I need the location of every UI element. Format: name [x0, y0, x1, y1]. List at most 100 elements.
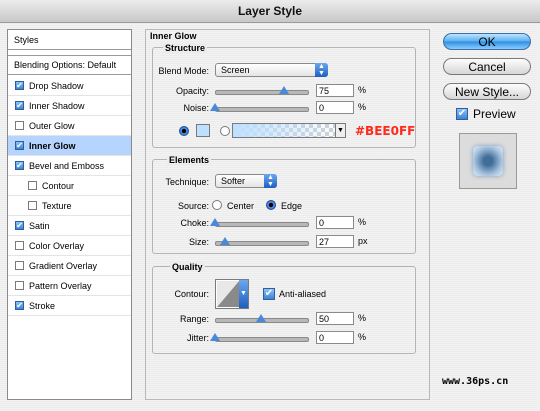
opacity-slider-thumb[interactable]: [279, 86, 289, 94]
sidebar-item-stroke[interactable]: ✔ Stroke: [8, 296, 131, 316]
noise-label: Noise:: [183, 103, 209, 113]
gradient-picker[interactable]: ▼: [232, 123, 346, 138]
size-label: Size:: [188, 237, 209, 247]
size-unit: px: [358, 236, 368, 246]
opacity-field[interactable]: 75: [316, 84, 354, 97]
source-center-radio[interactable]: [212, 200, 222, 210]
source-label: Source:: [177, 201, 209, 211]
sidebar-item-label: Outer Glow: [29, 120, 75, 131]
sidebar-item-label: Stroke: [29, 300, 56, 311]
choke-slider-thumb[interactable]: [210, 218, 220, 226]
source-edge-radio[interactable]: [266, 200, 276, 210]
technique-label: Technique:: [165, 177, 209, 187]
blending-options-label: Blending Options: Default: [14, 60, 117, 70]
structure-title: Structure: [163, 43, 208, 53]
sidebar-item-checkbox[interactable]: ✔: [15, 301, 24, 310]
styles-header-label: Styles: [14, 34, 39, 45]
sidebar-item-label: Gradient Overlay: [29, 260, 98, 271]
jitter-slider-track[interactable]: [215, 337, 309, 342]
blend-mode-value: Screen: [221, 65, 250, 75]
watermark-text: www.36ps.cn: [442, 376, 509, 387]
sidebar-item-checkbox[interactable]: [28, 201, 37, 210]
sidebar-item-checkbox[interactable]: [15, 121, 24, 130]
jitter-slider-thumb[interactable]: [210, 333, 220, 341]
opacity-slider-track[interactable]: [215, 90, 309, 95]
sidebar-item-checkbox[interactable]: ✔: [15, 81, 24, 90]
contour-label: Contour:: [174, 289, 209, 299]
technique-value: Softer: [221, 176, 246, 186]
range-label: Range:: [179, 314, 209, 324]
jitter-label: Jitter:: [186, 333, 209, 343]
sidebar-item-label: Satin: [29, 220, 50, 231]
size-slider-thumb[interactable]: [220, 237, 231, 245]
sidebar-item-checkbox[interactable]: ✔: [15, 161, 24, 170]
cancel-button[interactable]: Cancel: [443, 58, 531, 75]
noise-slider-track[interactable]: [215, 107, 309, 112]
contour-linear-icon: [217, 281, 239, 307]
contour-dropdown-icon: ▼: [239, 280, 248, 308]
size-field[interactable]: 27: [316, 235, 354, 248]
sidebar-item-checkbox[interactable]: [28, 181, 37, 190]
sidebar-item-label: Inner Glow: [29, 140, 76, 151]
sidebar-item-label: Drop Shadow: [29, 80, 84, 91]
window-title: Layer Style: [237, 4, 303, 18]
sidebar-item-color-overlay[interactable]: Color Overlay: [8, 236, 131, 256]
sidebar-item-checkbox[interactable]: ✔: [15, 221, 24, 230]
preview-checkbox[interactable]: ✔: [456, 108, 468, 120]
sidebar-item-bevel-and-emboss[interactable]: ✔ Bevel and Emboss: [8, 156, 131, 176]
sidebar-item-label: Color Overlay: [29, 240, 85, 251]
noise-unit: %: [358, 102, 367, 112]
sidebar-item-checkbox[interactable]: [15, 261, 24, 270]
range-field[interactable]: 50: [316, 312, 354, 325]
opacity-unit: %: [358, 85, 367, 95]
gradient-radio[interactable]: [220, 126, 230, 136]
color-hex-annotation: #BEE0FF: [355, 124, 416, 138]
color-radio[interactable]: [179, 126, 189, 136]
antialiased-label: Anti-aliased: [279, 289, 327, 299]
new-style-button[interactable]: New Style...: [443, 83, 531, 100]
range-slider-thumb[interactable]: [256, 314, 266, 322]
glow-color-swatch[interactable]: [196, 124, 210, 137]
sidebar-item-satin[interactable]: ✔ Satin: [8, 216, 131, 236]
jitter-field[interactable]: 0: [316, 331, 354, 344]
noise-field[interactable]: 0: [316, 101, 354, 114]
technique-select[interactable]: Softer ▲ ▼: [215, 174, 277, 188]
ok-button[interactable]: OK: [443, 33, 531, 50]
sidebar-item-drop-shadow[interactable]: ✔ Drop Shadow: [8, 76, 131, 96]
sidebar-item-checkbox[interactable]: ✔: [15, 101, 24, 110]
sidebar-item-gradient-overlay[interactable]: Gradient Overlay: [8, 256, 131, 276]
technique-arrows-icon: ▲ ▼: [264, 174, 277, 188]
blend-mode-select[interactable]: Screen ▲ ▼: [215, 63, 328, 77]
range-unit: %: [358, 313, 367, 323]
noise-slider-thumb[interactable]: [210, 103, 220, 111]
source-edge-label: Edge: [281, 201, 303, 211]
sidebar-item-texture[interactable]: Texture: [8, 196, 131, 216]
sidebar-item-pattern-overlay[interactable]: Pattern Overlay: [8, 276, 131, 296]
opacity-label: Opacity:: [175, 86, 209, 96]
styles-header[interactable]: Styles: [8, 30, 131, 50]
choke-unit: %: [358, 217, 367, 227]
sidebar-item-contour[interactable]: Contour: [8, 176, 131, 196]
jitter-unit: %: [358, 332, 367, 342]
blending-options-item[interactable]: Blending Options: Default: [8, 55, 131, 75]
sidebar-item-inner-shadow[interactable]: ✔ Inner Shadow: [8, 96, 131, 116]
styles-list: Styles Blending Options: Default ✔ Drop S…: [7, 29, 132, 400]
antialiased-checkbox[interactable]: ✔: [263, 288, 275, 300]
sidebar-item-label: Texture: [42, 200, 72, 211]
quality-title: Quality: [170, 262, 205, 272]
choke-field[interactable]: 0: [316, 216, 354, 229]
sidebar-item-label: Pattern Overlay: [29, 280, 92, 291]
elements-title: Elements: [167, 155, 212, 165]
blend-mode-arrows-icon: ▲ ▼: [315, 63, 328, 77]
sidebar-item-checkbox[interactable]: [15, 241, 24, 250]
choke-slider-track[interactable]: [215, 222, 309, 227]
sidebar-item-label: Inner Shadow: [29, 100, 85, 111]
style-preview-thumbnail: [459, 133, 517, 189]
sidebar-item-outer-glow[interactable]: Outer Glow: [8, 116, 131, 136]
sidebar-item-checkbox[interactable]: ✔: [15, 141, 24, 150]
sidebar-item-checkbox[interactable]: [15, 281, 24, 290]
contour-picker[interactable]: ▼: [215, 279, 249, 309]
sidebar-item-inner-glow[interactable]: ✔ Inner Glow: [8, 136, 131, 156]
panel-title: Inner Glow: [150, 31, 197, 41]
source-center-label: Center: [227, 201, 255, 211]
